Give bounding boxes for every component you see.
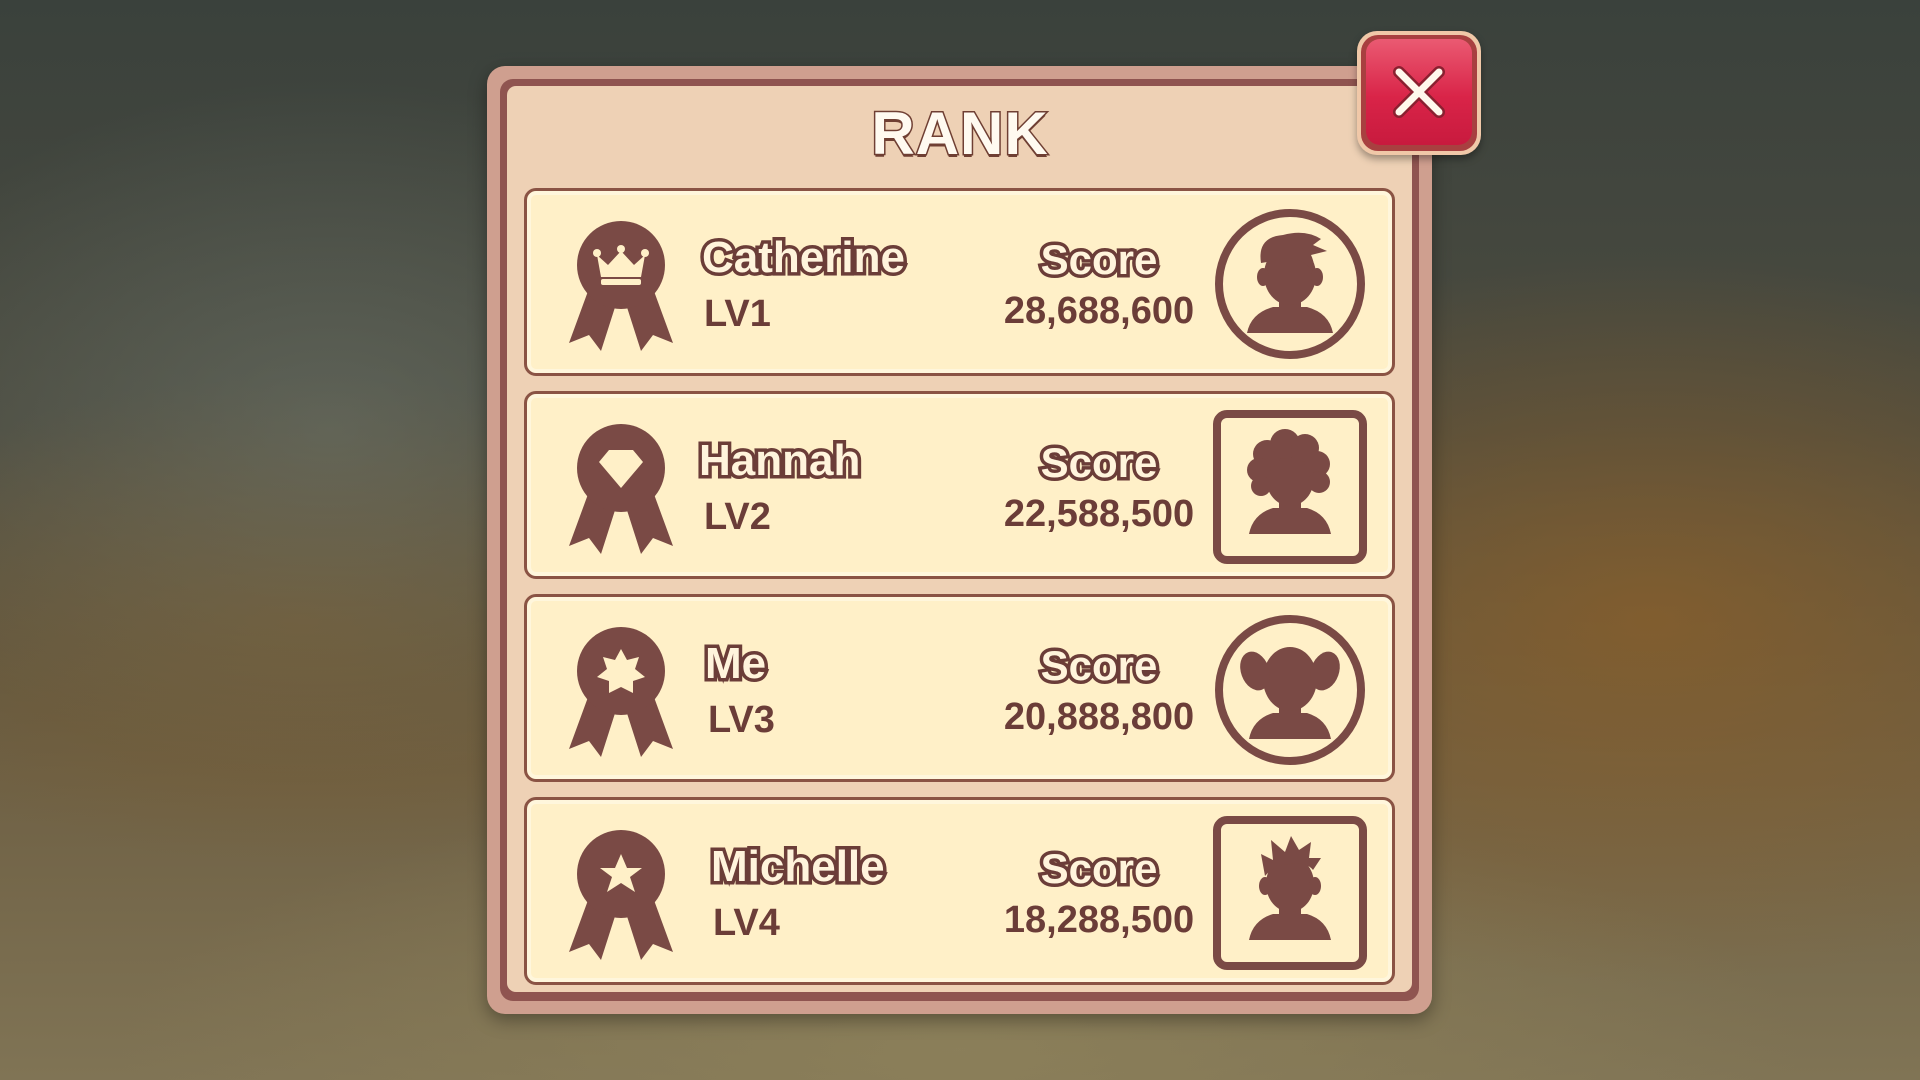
player-name: Hannah bbox=[695, 433, 863, 489]
diamond-ribbon-icon bbox=[569, 424, 673, 554]
score-value: 20,888,800 bbox=[1003, 696, 1195, 738]
spiky-hair-avatar-icon[interactable] bbox=[1211, 814, 1369, 972]
player-name: Me bbox=[701, 636, 769, 692]
curly-hair-avatar-icon[interactable] bbox=[1211, 408, 1369, 566]
score-value: 28,688,600 bbox=[1003, 290, 1195, 332]
close-x-icon bbox=[1393, 66, 1445, 118]
score-label: Score bbox=[1037, 436, 1161, 490]
rank-row-3[interactable]: Me LV3 Score 20,888,800 bbox=[524, 594, 1395, 782]
score-label: Score bbox=[1037, 639, 1161, 693]
dialog-title: RANK bbox=[870, 99, 1049, 169]
score-value: 18,288,500 bbox=[1003, 899, 1195, 941]
girl-pigtails-avatar-icon[interactable] bbox=[1211, 611, 1369, 769]
player-level: LV2 bbox=[704, 496, 771, 538]
rank-row-4[interactable]: Michelle LV4 Score 18,288,500 bbox=[524, 797, 1395, 985]
close-button[interactable] bbox=[1357, 31, 1481, 155]
player-level: LV3 bbox=[708, 699, 775, 741]
boy-avatar-icon[interactable] bbox=[1211, 205, 1369, 363]
score-value: 22,588,500 bbox=[1003, 493, 1195, 535]
star-ribbon-icon bbox=[569, 830, 673, 960]
score-label: Score bbox=[1037, 233, 1161, 287]
star-burst-ribbon-icon bbox=[569, 627, 673, 757]
player-level: LV1 bbox=[704, 293, 771, 335]
rank-row-2[interactable]: Hannah LV2 Score 22,588,500 bbox=[524, 391, 1395, 579]
crown-ribbon-icon bbox=[569, 221, 673, 351]
player-name: Catherine bbox=[699, 230, 909, 286]
rank-row-1[interactable]: Catherine LV1 Score 28,688,600 bbox=[524, 188, 1395, 376]
player-name: Michelle bbox=[708, 839, 889, 895]
player-level: LV4 bbox=[713, 902, 780, 944]
score-label: Score bbox=[1037, 842, 1161, 896]
